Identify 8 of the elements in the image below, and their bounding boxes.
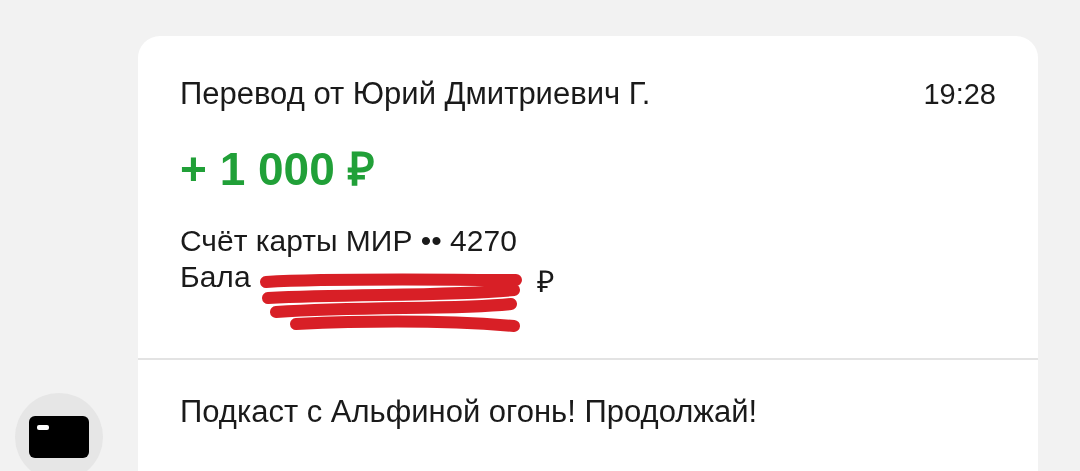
amount: + 1 000 ₽	[180, 142, 376, 197]
time-label: 19:28	[923, 77, 996, 111]
message-text: Подкаст с Альфиной огонь! Продолжай!	[179, 393, 759, 431]
transfer-title: Перевод от Юрий Дмитриевич Г.	[180, 76, 651, 112]
card-icon	[29, 416, 89, 458]
balance-label: Бала	[180, 260, 251, 295]
account-label: Счёт карты МИР •• 4270	[180, 224, 517, 258]
currency-sign: ₽	[536, 264, 554, 300]
